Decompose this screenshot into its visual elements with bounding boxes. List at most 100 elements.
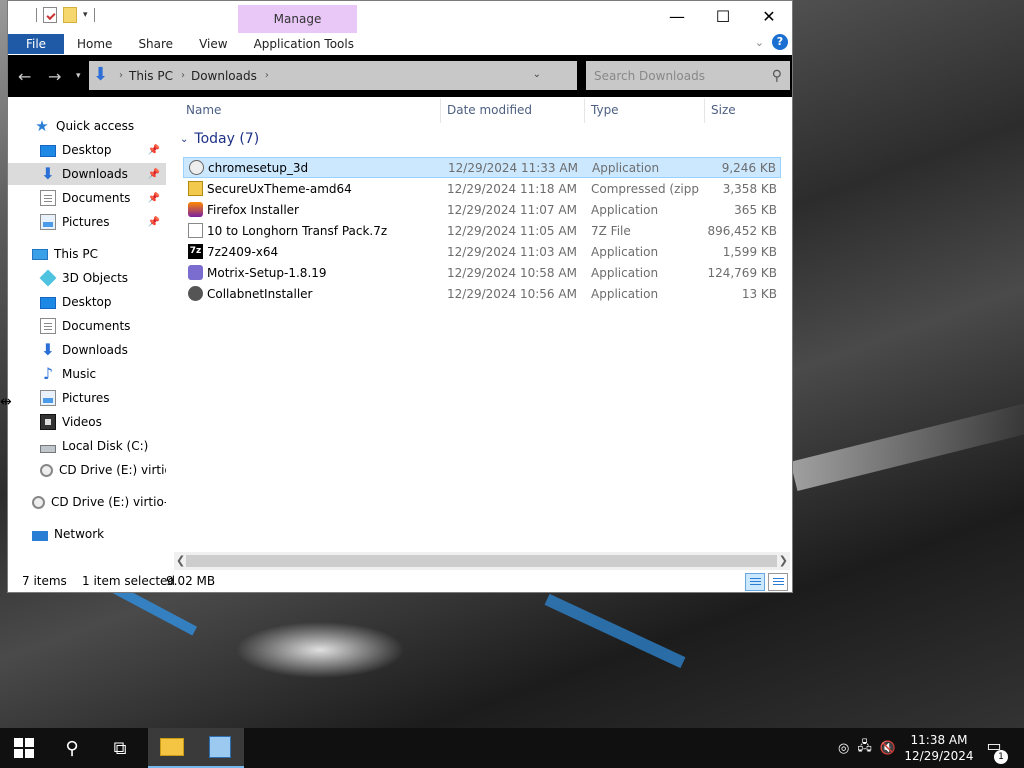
pictures-icon: [40, 390, 56, 406]
start-button[interactable]: [0, 728, 48, 768]
scroll-left-arrow-icon[interactable]: ❮: [176, 552, 185, 570]
windows-logo-icon: [14, 738, 34, 758]
zip-folder-icon: [188, 181, 203, 196]
close-button[interactable]: ✕: [746, 1, 792, 31]
tab-file[interactable]: File: [8, 34, 64, 54]
application-icon: [189, 160, 204, 175]
file-type: Application: [592, 160, 660, 175]
expand-ribbon-chevron-icon[interactable]: ⌄: [755, 36, 764, 49]
details-view-button[interactable]: [745, 573, 765, 591]
sidebar-item-desktop-quick[interactable]: Desktop 📌: [8, 139, 166, 161]
breadcrumb-chevron-icon[interactable]: ›: [181, 70, 185, 81]
new-folder-icon[interactable]: [63, 7, 77, 23]
file-explorer-taskbar-button[interactable]: [148, 728, 196, 768]
column-header-name[interactable]: Name: [186, 97, 221, 123]
cd-tray-icon[interactable]: ◎: [838, 741, 849, 756]
file-row[interactable]: 10 to Longhorn Transf Pack.7z 12/29/2024…: [183, 220, 781, 241]
file-row[interactable]: Firefox Installer 12/29/2024 11:07 AM Ap…: [183, 199, 781, 220]
scroll-thumb[interactable]: [186, 555, 777, 567]
column-header-date[interactable]: Date modified: [447, 97, 532, 123]
sidebar-item-label: Local Disk (C:): [62, 439, 149, 453]
column-divider[interactable]: [584, 99, 585, 123]
server-manager-icon: [209, 736, 231, 758]
file-date: 12/29/2024 11:07 AM: [447, 202, 577, 217]
tab-share[interactable]: Share: [125, 34, 186, 54]
back-arrow-icon[interactable]: ←: [18, 67, 31, 86]
breadcrumb-chevron-icon[interactable]: ›: [119, 70, 123, 81]
sidebar-item-downloads-quick[interactable]: ⬇ Downloads 📌: [8, 163, 166, 185]
scroll-right-arrow-icon[interactable]: ❯: [779, 552, 788, 570]
file-type: Application: [591, 244, 659, 259]
column-divider[interactable]: [704, 99, 705, 123]
file-icon: [188, 223, 203, 238]
firefox-icon: [188, 202, 203, 217]
file-row[interactable]: 7z 7z2409-x64 12/29/2024 11:03 AM Applic…: [183, 241, 781, 262]
address-history-chevron-icon[interactable]: ⌄: [533, 69, 541, 80]
tab-home[interactable]: Home: [64, 34, 125, 54]
selection-count: 1 item selected: [82, 574, 176, 588]
action-center-icon[interactable]: ▭ 1: [982, 736, 1008, 764]
help-icon[interactable]: ?: [772, 34, 788, 50]
search-input[interactable]: Search Downloads: [594, 69, 705, 83]
column-header-type[interactable]: Type: [591, 97, 619, 123]
large-icons-view-button[interactable]: [768, 573, 788, 591]
clock-time: 11:38 AM: [910, 733, 968, 747]
network-icon: [32, 530, 48, 541]
recent-locations-chevron-icon[interactable]: ▾: [76, 71, 81, 81]
properties-icon[interactable]: [43, 7, 57, 23]
sidebar-item-documents[interactable]: Documents: [40, 315, 130, 337]
sidebar-item-documents-quick[interactable]: Documents 📌: [8, 187, 166, 209]
sidebar-item-quick-access[interactable]: ★ Quick access: [34, 115, 134, 137]
group-header-today[interactable]: ⌄ Today (7): [180, 131, 259, 147]
computer-icon: [32, 248, 48, 260]
pictures-icon: [40, 214, 56, 230]
forward-arrow-icon[interactable]: →: [48, 67, 61, 86]
sidebar-item-local-disk[interactable]: Local Disk (C:): [40, 435, 148, 457]
sidebar-item-cd-drive-sub[interactable]: CD Drive (E:) virtio-w: [40, 459, 166, 481]
server-manager-taskbar-button[interactable]: [196, 728, 244, 768]
network-tray-icon[interactable]: 🖧: [857, 737, 872, 759]
collapse-chevron-icon[interactable]: ⌄: [180, 134, 188, 145]
column-divider[interactable]: [440, 99, 441, 123]
sidebar-item-network[interactable]: Network: [32, 523, 104, 545]
volume-muted-icon[interactable]: 🔇: [880, 741, 896, 756]
address-bar[interactable]: ⬇ › This PC › Downloads › ⌄ ↻: [89, 61, 657, 90]
title-bar: ▾ Manage — ☐ ✕: [8, 1, 792, 33]
breadcrumb-downloads[interactable]: Downloads: [191, 69, 257, 83]
details-view-icon: [750, 578, 761, 579]
qat-separator: [36, 8, 37, 22]
manage-contextual-tab[interactable]: Manage: [238, 5, 357, 33]
horizontal-scrollbar[interactable]: ❮ ❯: [174, 552, 790, 570]
sidebar-item-downloads[interactable]: ⬇ Downloads: [40, 339, 128, 361]
maximize-button[interactable]: ☐: [700, 1, 746, 31]
tab-application-tools[interactable]: Application Tools: [241, 34, 367, 54]
customize-qat-chevron-icon[interactable]: ▾: [83, 10, 88, 20]
sidebar-item-this-pc[interactable]: This PC: [32, 243, 98, 265]
sidebar-item-label: Downloads: [62, 343, 128, 357]
search-box[interactable]: Search Downloads ⚲: [586, 61, 790, 90]
file-row[interactable]: SecureUxTheme-amd64 12/29/2024 11:18 AM …: [183, 178, 781, 199]
group-label: Today (7): [194, 131, 260, 147]
sidebar-item-pictures-quick[interactable]: Pictures 📌: [8, 211, 166, 233]
sidebar-item-3d-objects[interactable]: 3D Objects: [39, 267, 128, 289]
search-icon[interactable]: ⚲: [48, 728, 96, 768]
sidebar-item-videos[interactable]: Videos: [40, 411, 102, 433]
sidebar-item-desktop[interactable]: Desktop: [40, 291, 112, 313]
file-type: Compressed (zipp...: [591, 181, 699, 196]
sidebar-item-music[interactable]: ♪ Music: [40, 363, 96, 385]
file-row[interactable]: CollabnetInstaller 12/29/2024 10:56 AM A…: [183, 283, 781, 304]
file-name: chromesetup_3d: [208, 160, 309, 175]
file-row[interactable]: Motrix-Setup-1.8.19 12/29/2024 10:58 AM …: [183, 262, 781, 283]
clock[interactable]: 11:38 AM 12/29/2024: [900, 732, 978, 764]
minimize-button[interactable]: —: [654, 1, 700, 31]
wallpaper-streak: [790, 398, 1024, 492]
selection-size: 9.02 MB: [166, 574, 216, 588]
sidebar-item-pictures[interactable]: Pictures: [40, 387, 110, 409]
task-view-icon[interactable]: ⧉: [96, 728, 144, 768]
breadcrumb-chevron-icon[interactable]: ›: [265, 70, 269, 81]
column-header-size[interactable]: Size: [711, 97, 736, 123]
breadcrumb-this-pc[interactable]: This PC: [129, 69, 173, 83]
file-row[interactable]: chromesetup_3d 12/29/2024 11:33 AM Appli…: [183, 157, 781, 178]
tab-view[interactable]: View: [186, 34, 240, 54]
sidebar-item-cd-drive[interactable]: CD Drive (E:) virtio-w: [32, 491, 166, 513]
